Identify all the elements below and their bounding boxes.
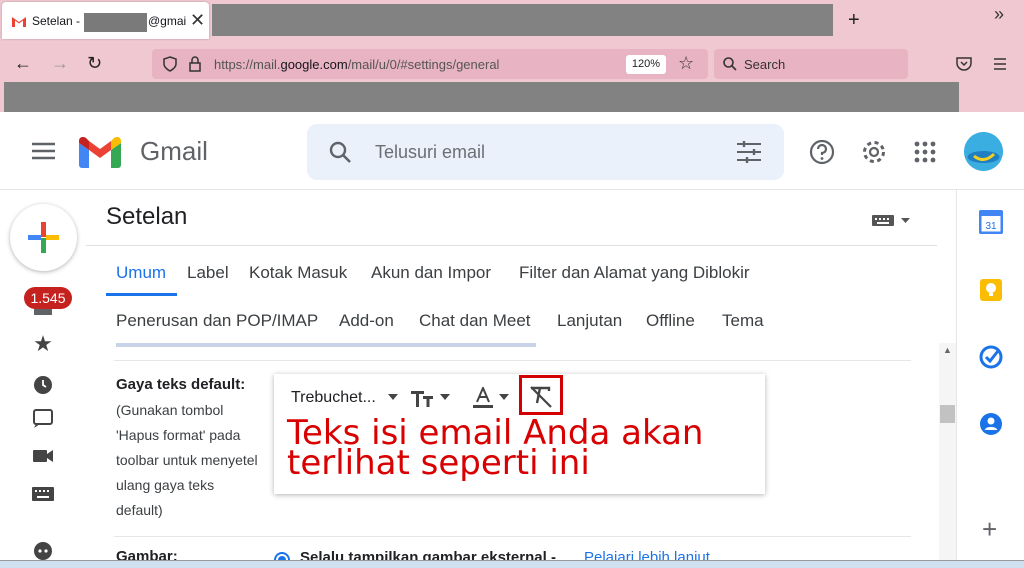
tab-inbox[interactable]: Kotak Masuk <box>249 263 347 283</box>
gmail-logo-text[interactable]: Gmail <box>140 136 208 167</box>
new-tab-icon[interactable]: + <box>848 10 860 30</box>
description-line: ulang gaya teks <box>116 477 215 493</box>
zoom-indicator[interactable]: 120% <box>626 55 666 74</box>
lock-icon[interactable] <box>188 56 202 72</box>
close-tab-icon[interactable]: ✕ <box>190 11 205 29</box>
keep-icon[interactable] <box>979 278 1003 302</box>
hamburger-menu-icon[interactable] <box>32 142 55 160</box>
tab-title: Setelan - <box>32 14 81 28</box>
gear-icon[interactable] <box>861 139 887 165</box>
cut-off-previous-row <box>116 343 536 347</box>
add-addon-icon[interactable]: + <box>982 516 997 542</box>
tasks-icon[interactable] <box>979 345 1003 369</box>
url-host: google.com <box>280 57 348 72</box>
tab-themes[interactable]: Tema <box>722 311 764 331</box>
redacted-block <box>84 13 147 32</box>
gmail-search-bar[interactable]: Telusuri email <box>307 124 784 180</box>
chevron-down-icon[interactable] <box>388 394 398 400</box>
search-input[interactable]: Telusuri email <box>375 142 485 163</box>
more-bookmarks-icon[interactable]: » <box>994 4 1004 25</box>
forward-icon[interactable]: → <box>51 52 69 74</box>
shield-icon[interactable] <box>162 56 178 72</box>
tab-advanced[interactable]: Lanjutan <box>557 311 622 331</box>
search-options-icon[interactable] <box>737 141 761 163</box>
tab-chat-meet[interactable]: Chat dan Meet <box>419 311 531 331</box>
redacted-bookmarks <box>4 82 959 112</box>
avatar[interactable] <box>964 132 1003 171</box>
contacts-icon[interactable] <box>979 412 1003 436</box>
menu-icon[interactable] <box>993 58 1007 70</box>
search-label: Search <box>744 57 786 72</box>
default-text-style-editor[interactable]: Trebuchet... Teks isi email Anda akan te… <box>274 374 765 494</box>
description-line: toolbar untuk menyetel <box>116 452 258 468</box>
url-bar[interactable]: https://mail.google.com/mail/u/0/#settin… <box>152 49 708 79</box>
chevron-down-icon[interactable] <box>499 394 509 400</box>
text-color-icon[interactable] <box>471 387 495 409</box>
svg-text:31: 31 <box>985 221 997 232</box>
search-icon <box>723 57 737 71</box>
tab-umum[interactable]: Umum <box>116 263 166 283</box>
compose-button[interactable] <box>10 204 77 271</box>
unread-count-badge: 1.545 <box>24 287 72 309</box>
star-icon[interactable]: ★ <box>30 331 56 357</box>
pocket-icon[interactable] <box>956 57 972 71</box>
browser-search-bar[interactable]: Search <box>714 49 908 79</box>
gmail-logo-icon[interactable] <box>79 137 121 168</box>
os-taskbar <box>0 560 1024 568</box>
search-icon[interactable] <box>329 141 351 163</box>
remove-formatting-icon[interactable] <box>528 384 554 408</box>
active-tab-indicator <box>106 293 177 296</box>
help-icon[interactable] <box>809 139 835 165</box>
scroll-up-icon[interactable]: ▲ <box>943 345 952 355</box>
url-path: /mail/u/0/#settings/general <box>347 57 500 72</box>
font-family-select[interactable]: Trebuchet... <box>291 389 376 407</box>
video-icon[interactable] <box>30 443 56 469</box>
back-icon[interactable]: ← <box>14 52 32 74</box>
tab-filters[interactable]: Filter dan Alamat yang Diblokir <box>519 263 750 283</box>
description-line: default) <box>116 502 163 518</box>
tab-addons[interactable]: Add-on <box>339 311 394 331</box>
tab-forwarding[interactable]: Penerusan dan POP/IMAP <box>116 311 318 331</box>
redacted-tabs <box>212 4 833 36</box>
reload-icon[interactable]: ↻ <box>87 52 102 74</box>
side-panel <box>956 190 1024 568</box>
description-line: 'Hapus format' pada <box>116 427 241 443</box>
browser-tab[interactable]: Setelan - @gmail ✕ <box>2 2 209 39</box>
row-divider <box>114 360 911 361</box>
scrollbar[interactable]: ▲ <box>939 343 956 568</box>
default-text-style-label: Gaya teks default: <box>116 376 246 393</box>
tab-title-suffix: @gmail <box>148 14 186 28</box>
scrollbar-thumb[interactable] <box>940 405 955 423</box>
text-preview[interactable]: Teks isi email Anda akan terlihat sepert… <box>287 416 703 480</box>
row-divider <box>114 536 911 537</box>
tab-accounts[interactable]: Akun dan Impor <box>371 263 491 283</box>
clock-icon[interactable] <box>30 372 56 398</box>
bookmarks-bar <box>0 82 1024 112</box>
tab-label[interactable]: Label <box>187 263 229 283</box>
font-size-icon[interactable] <box>411 388 437 408</box>
description-line: (Gunakan tombol <box>116 402 224 418</box>
divider <box>86 245 937 246</box>
bookmark-star-icon[interactable]: ☆ <box>678 53 694 74</box>
avatar-image-icon <box>964 132 1003 171</box>
gmail-favicon-icon <box>12 17 26 27</box>
page-title: Setelan <box>106 203 188 230</box>
calendar-icon[interactable]: 31 <box>979 210 1003 234</box>
chevron-down-icon[interactable] <box>440 394 450 400</box>
keyboard-icon[interactable] <box>30 481 56 507</box>
chat-icon[interactable] <box>30 405 56 431</box>
url-prefix: https://mail. <box>214 57 281 72</box>
url-text[interactable]: https://mail.google.com/mail/u/0/#settin… <box>214 57 499 72</box>
tab-offline[interactable]: Offline <box>646 311 695 331</box>
apps-grid-icon[interactable] <box>914 141 936 163</box>
plus-icon <box>28 222 59 253</box>
input-tools-icon[interactable] <box>872 213 912 227</box>
